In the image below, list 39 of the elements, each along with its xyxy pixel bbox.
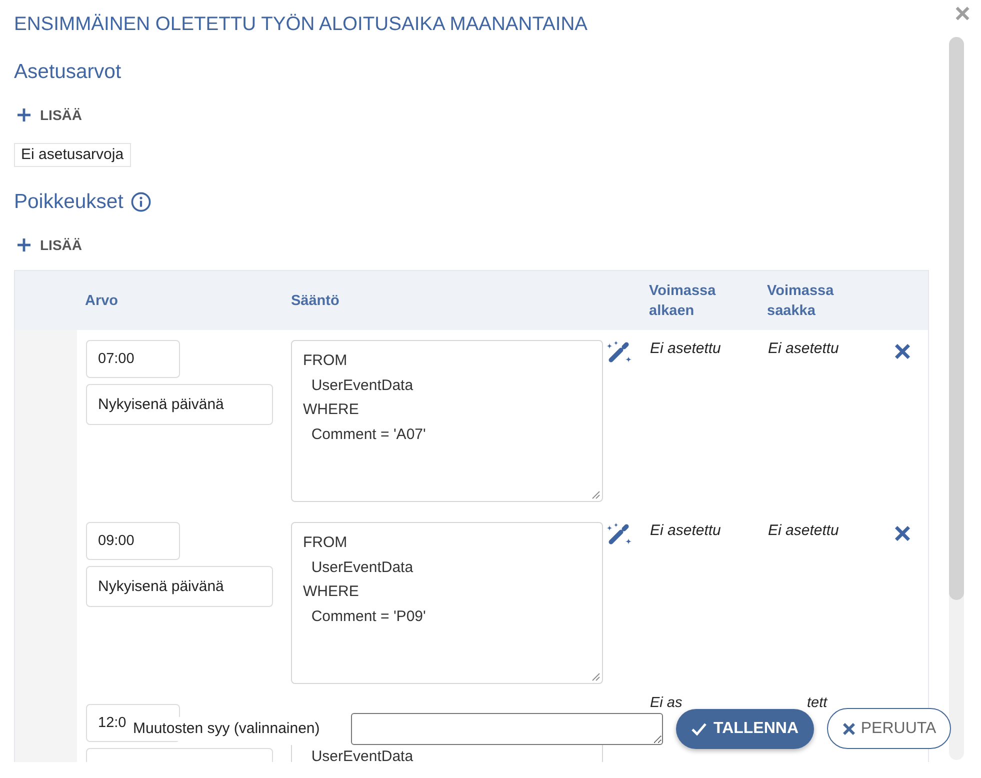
add-button[interactable]: LISÄÄ xyxy=(14,100,82,130)
info-icon[interactable] xyxy=(131,192,152,212)
column-header: Sääntö xyxy=(291,292,340,310)
cancel-button[interactable]: PERUUTA xyxy=(827,708,951,749)
close-icon xyxy=(842,722,856,736)
magic-wand-icon[interactable] xyxy=(606,340,632,364)
valid-from-text: Ei as xyxy=(650,697,682,710)
check-icon xyxy=(691,722,708,736)
column-header: Arvo xyxy=(85,292,118,310)
valid-from-text: Ei asetettu xyxy=(650,340,721,358)
delete-icon[interactable] xyxy=(894,343,911,360)
time-field[interactable]: 07:00 xyxy=(86,340,180,378)
valid-from-text: Ei asetettu xyxy=(650,522,721,540)
dialog-title: ENSIMMÄINEN OLETETTU TYÖN ALOITUSAIKA MAANANTAINA xyxy=(14,12,588,37)
column-header: Voimassa alkaen xyxy=(649,282,717,320)
valid-to-text: Ei asetettu xyxy=(768,340,839,358)
section-heading: Poikkeukset xyxy=(14,190,124,215)
reason-field[interactable] xyxy=(351,712,663,744)
save-button[interactable]: TALLENNA xyxy=(676,708,814,748)
valid-to-text: Ei asetettu xyxy=(768,522,839,540)
resize-grip-icon[interactable] xyxy=(592,673,600,681)
day-field[interactable]: Nykyisenä päivänä xyxy=(86,566,273,607)
scrollbar-thumb[interactable] xyxy=(949,37,964,600)
add-button[interactable]: LISÄÄ xyxy=(14,230,82,260)
valid-to-text: tett xyxy=(807,697,828,710)
close-icon xyxy=(955,6,970,21)
empty-message: Ei asetusarvoja xyxy=(14,143,131,167)
close-button[interactable] xyxy=(955,6,970,21)
plus-icon xyxy=(17,238,31,252)
rule-field[interactable]: FROM UserEventData WHERE Comment = 'A07' xyxy=(291,340,603,502)
delete-icon[interactable] xyxy=(894,525,911,542)
magic-wand-icon[interactable] xyxy=(606,522,632,546)
time-field[interactable]: 09:00 xyxy=(86,522,180,560)
column-header: Voimassa saakka xyxy=(767,282,835,320)
resize-grip-icon[interactable] xyxy=(592,491,600,499)
rule-field[interactable]: FROM UserEventData WHERE Comment = 'P09' xyxy=(291,522,603,684)
plus-icon xyxy=(17,108,31,122)
section-heading: Asetusarvot xyxy=(14,60,122,85)
day-field[interactable]: Nykyisenä päivänä xyxy=(86,384,273,425)
